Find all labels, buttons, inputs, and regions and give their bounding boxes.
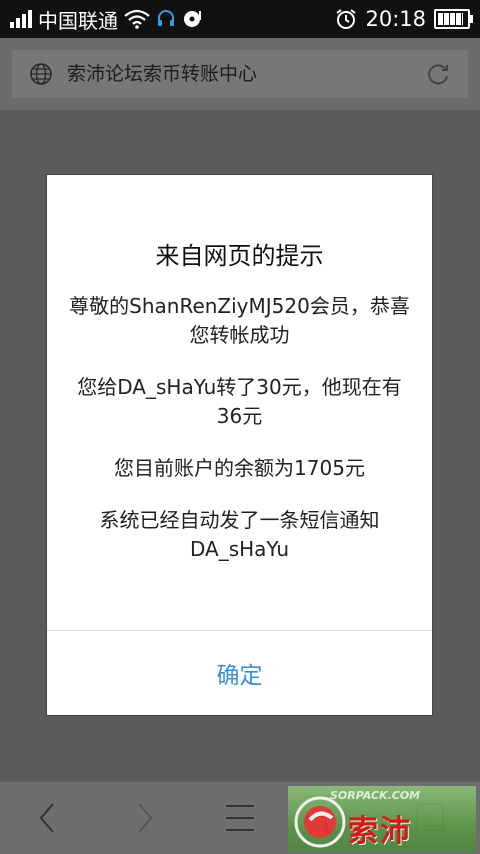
- chevron-left-icon: [39, 803, 54, 833]
- dialog-line: 尊敬的ShanRenZiyMJ520会员，恭喜您转帐成功: [69, 294, 410, 347]
- refresh-icon[interactable]: [425, 61, 451, 87]
- battery-level: [438, 13, 463, 25]
- watermark-url: SORPACK.COM: [330, 789, 421, 802]
- page-title: 索沛论坛索币转账中心: [67, 63, 258, 85]
- watermark-name: 索沛: [348, 814, 412, 849]
- headset-icon: [158, 10, 174, 26]
- watermark-logo: SORPACK.COM 索沛: [288, 786, 476, 852]
- clock-time: 20:18: [365, 7, 426, 31]
- chevron-right-icon: [138, 803, 153, 833]
- ok-button[interactable]: 确定: [47, 631, 432, 715]
- status-right: 20:18: [335, 0, 473, 38]
- globe-icon: [30, 63, 52, 85]
- dialog-line: 系统已经自动发了一条短信通知DA_sHaYu: [99, 508, 380, 561]
- status-left: 中国联通: [10, 0, 202, 38]
- dialog-message: 尊敬的ShanRenZiyMJ520会员，恭喜您转帐成功 您给DA_sHaYu转…: [67, 292, 412, 587]
- dialog-line: 您给DA_sHaYu转了30元，他现在有36元: [77, 375, 402, 428]
- wifi-icon: [124, 9, 150, 29]
- alarm-clock-icon: [336, 9, 357, 29]
- alert-dialog: 来自网页的提示 尊敬的ShanRenZiyMJ520会员，恭喜您转帐成功 您给D…: [47, 175, 432, 715]
- signal-icon: [10, 10, 32, 28]
- dialog-title: 来自网页的提示: [155, 242, 324, 270]
- disc-icon: [184, 11, 201, 27]
- url-field[interactable]: 索沛论坛索币转账中心: [12, 50, 468, 98]
- menu-button[interactable]: [218, 796, 262, 840]
- forward-button[interactable]: [122, 796, 166, 840]
- carrier-name: 中国联通: [38, 8, 118, 33]
- battery-icon: [434, 9, 473, 29]
- back-button[interactable]: [26, 796, 70, 840]
- address-bar: 索沛论坛索币转账中心: [0, 38, 480, 110]
- hamburger-menu-icon: [226, 805, 254, 831]
- dialog-line: 您目前账户的余额为1705元: [114, 456, 365, 480]
- screen: 中国联通 20:18 索沛论坛索币转账中心 来自网页的提示 尊敬的ShanRen…: [0, 0, 480, 854]
- status-bar: 中国联通 20:18: [0, 0, 480, 38]
